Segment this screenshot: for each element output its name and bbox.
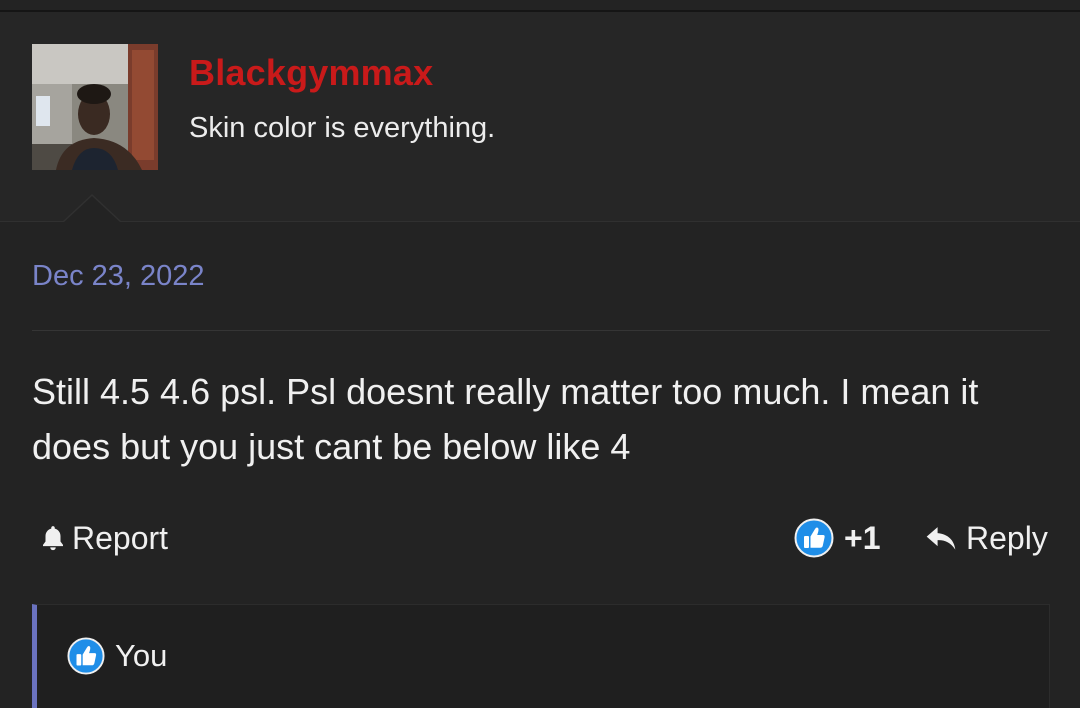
thumbs-up-icon xyxy=(67,637,105,675)
date-divider xyxy=(32,330,1050,331)
report-label: Report xyxy=(72,519,169,556)
reactions-list[interactable]: You xyxy=(32,604,1050,708)
reactions-summary: You xyxy=(67,637,167,675)
like-button[interactable]: +1 xyxy=(794,516,880,560)
post-date[interactable]: Dec 23, 2022 xyxy=(32,260,205,293)
reactions-label[interactable]: You xyxy=(115,638,167,674)
post-body: Still 4.5 4.6 psl. Psl doesnt really mat… xyxy=(32,371,979,467)
header-pointer xyxy=(63,196,121,223)
user-title: Skin color is everything. xyxy=(189,112,496,144)
user-header: Blackgymmax Skin color is everything. xyxy=(0,12,1080,222)
bell-icon xyxy=(43,526,63,551)
reaction-count: +1 xyxy=(844,519,881,556)
avatar[interactable] xyxy=(32,44,158,170)
reply-label: Reply xyxy=(966,519,1048,556)
thumbs-up-icon xyxy=(794,518,834,558)
report-button[interactable]: Report xyxy=(38,516,168,560)
reply-button[interactable]: Reply xyxy=(924,516,1048,560)
username[interactable]: Blackgymmax xyxy=(189,52,433,94)
reply-arrow-icon xyxy=(926,527,956,550)
avatar-image xyxy=(32,44,158,170)
